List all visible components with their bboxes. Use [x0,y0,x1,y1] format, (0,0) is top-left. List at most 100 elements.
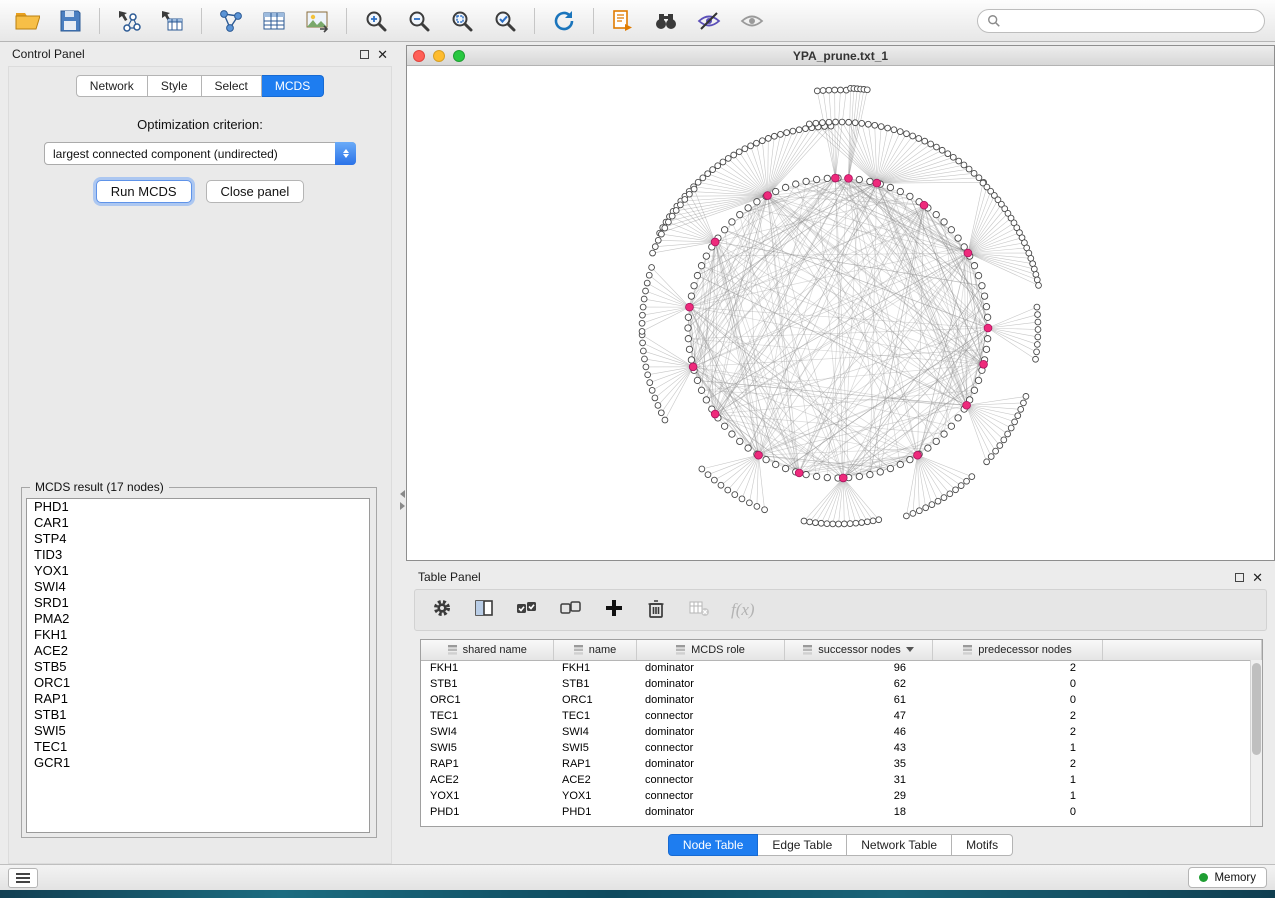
table-cell[interactable]: 2 [932,724,1102,740]
import-network-icon[interactable] [112,5,146,37]
mcds-result-item[interactable]: SRD1 [27,595,369,611]
column-header-mcds-role[interactable]: MCDS role [636,640,784,660]
close-panel-button[interactable]: Close panel [206,180,305,203]
mcds-result-item[interactable]: ORC1 [27,675,369,691]
table-cell[interactable]: 0 [932,692,1102,708]
table-cell[interactable]: 47 [784,708,932,724]
mcds-result-item[interactable]: GCR1 [27,755,369,771]
table-row[interactable]: STB1STB1dominator620 [421,676,1262,692]
mcds-result-item[interactable]: FKH1 [27,627,369,643]
table-cell[interactable]: 35 [784,756,932,772]
tab-network-table[interactable]: Network Table [847,834,952,856]
tab-edge-table[interactable]: Edge Table [758,834,847,856]
mcds-result-item[interactable]: RAP1 [27,691,369,707]
table-row[interactable]: ORC1ORC1dominator610 [421,692,1262,708]
table-cell[interactable] [1102,676,1262,692]
table-cell[interactable]: ACE2 [553,772,636,788]
mcds-result-item[interactable]: TID3 [27,547,369,563]
table-cell[interactable]: 1 [932,788,1102,804]
table-cell[interactable]: 2 [932,660,1102,676]
column-header-successor-nodes[interactable]: successor nodes [784,640,932,660]
table-cell[interactable]: SWI5 [553,740,636,756]
mcds-result-item[interactable]: STP4 [27,531,369,547]
float-table-panel-icon[interactable] [1235,573,1244,582]
table-cell[interactable]: 2 [932,756,1102,772]
zoom-fit-icon[interactable] [445,5,479,37]
optimization-criterion-dropdown[interactable]: largest connected component (undirected) [44,142,356,165]
show-eye-icon[interactable] [735,5,769,37]
search-input[interactable] [1007,14,1255,28]
network-titlebar[interactable]: YPA_prune.txt_1 [407,46,1274,66]
export-image-icon[interactable] [300,5,334,37]
mcds-result-item[interactable]: SWI4 [27,579,369,595]
mcds-result-item[interactable]: ACE2 [27,643,369,659]
table-cell[interactable]: PHD1 [421,804,553,820]
table-cell[interactable]: 46 [784,724,932,740]
table-row[interactable]: RAP1RAP1dominator352 [421,756,1262,772]
table-cell[interactable]: ORC1 [421,692,553,708]
table-row[interactable]: FKH1FKH1dominator962 [421,660,1262,676]
mcds-result-item[interactable]: STB1 [27,707,369,723]
table-cell[interactable]: SWI5 [421,740,553,756]
mcds-result-item[interactable]: YOX1 [27,563,369,579]
tab-network[interactable]: Network [76,75,148,97]
panel-splitter[interactable] [399,482,406,518]
import-table-icon[interactable] [155,5,189,37]
table-cell[interactable]: SWI4 [421,724,553,740]
table-cell[interactable] [1102,708,1262,724]
tab-motifs[interactable]: Motifs [952,834,1013,856]
table-cell[interactable]: TEC1 [553,708,636,724]
table-cell[interactable]: SWI4 [553,724,636,740]
tab-node-table[interactable]: Node Table [668,834,759,856]
table-cell[interactable]: 96 [784,660,932,676]
table-cell[interactable]: dominator [636,676,784,692]
create-column-plus-icon[interactable] [603,597,625,624]
table-cell[interactable] [1102,804,1262,820]
table-cell[interactable]: connector [636,772,784,788]
mcds-result-item[interactable]: PHD1 [27,499,369,515]
network-canvas[interactable] [407,66,1274,560]
table-cell[interactable]: YOX1 [421,788,553,804]
column-header-predecessor-nodes[interactable]: predecessor nodes [932,640,1102,660]
table-cell[interactable]: connector [636,708,784,724]
delete-column-trash-icon[interactable] [645,597,667,624]
delete-table-icon[interactable] [687,597,711,624]
table-row[interactable]: ACE2ACE2connector311 [421,772,1262,788]
column-header-name[interactable]: name [553,640,636,660]
mcds-result-item[interactable]: CAR1 [27,515,369,531]
tab-style[interactable]: Style [148,75,202,97]
zoom-in-icon[interactable] [359,5,393,37]
table-scrollbar-thumb[interactable] [1252,663,1261,755]
show-table-icon[interactable] [257,5,291,37]
new-network-icon[interactable] [214,5,248,37]
table-cell[interactable]: dominator [636,756,784,772]
mcds-result-list[interactable]: PHD1CAR1STP4TID3YOX1SWI4SRD1PMA2FKH1ACE2… [26,498,370,833]
clone-network-icon[interactable] [606,5,640,37]
table-cell[interactable]: ACE2 [421,772,553,788]
table-cell[interactable]: 43 [784,740,932,756]
float-panel-icon[interactable] [360,50,369,59]
search-box[interactable] [977,9,1265,33]
table-cell[interactable]: 18 [784,804,932,820]
table-cell[interactable]: 0 [932,676,1102,692]
tab-mcds[interactable]: MCDS [262,75,324,97]
table-cell[interactable]: dominator [636,804,784,820]
table-cell[interactable]: RAP1 [421,756,553,772]
function-builder-icon[interactable]: f(x) [731,600,755,620]
show-columns-icon[interactable] [473,597,495,624]
table-cell[interactable] [1102,724,1262,740]
table-cell[interactable]: 29 [784,788,932,804]
table-cell[interactable]: PHD1 [553,804,636,820]
table-cell[interactable]: 61 [784,692,932,708]
table-cell[interactable]: YOX1 [553,788,636,804]
search-binoculars-icon[interactable] [649,5,683,37]
hide-selected-icon[interactable] [692,5,726,37]
table-cell[interactable] [1102,788,1262,804]
tab-select[interactable]: Select [202,75,262,97]
table-row[interactable]: PHD1PHD1dominator180 [421,804,1262,820]
mcds-result-item[interactable]: STB5 [27,659,369,675]
table-row[interactable]: SWI4SWI4dominator462 [421,724,1262,740]
table-cell[interactable]: 1 [932,772,1102,788]
table-row[interactable]: TEC1TEC1connector472 [421,708,1262,724]
table-cell[interactable] [1102,692,1262,708]
